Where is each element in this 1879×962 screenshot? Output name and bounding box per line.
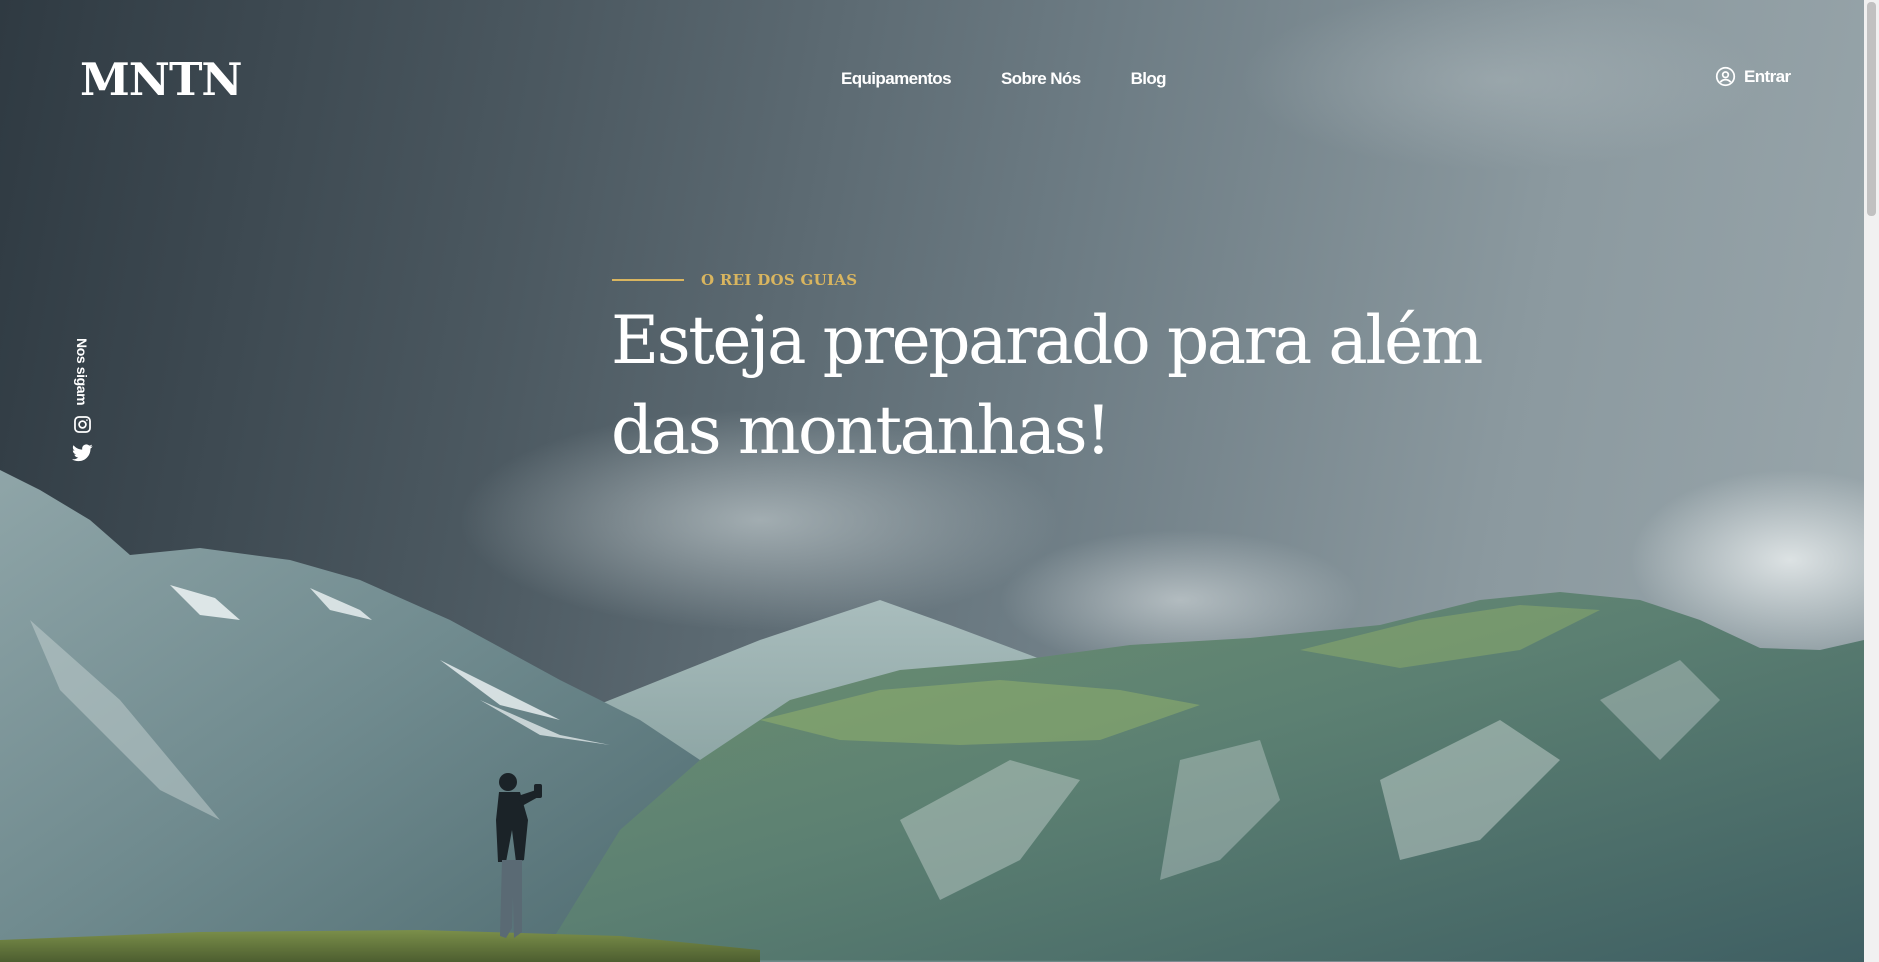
scrollbar-thumb[interactable] [1867, 2, 1876, 216]
main-nav: Equipamentos Sobre Nós Blog [841, 68, 1167, 90]
social-label: Nos sigam [74, 338, 90, 406]
nav-link-equipamentos[interactable]: Equipamentos [841, 68, 952, 90]
hero-headline: Esteja preparado para além das montanhas… [611, 296, 1511, 476]
twitter-icon[interactable] [71, 444, 93, 462]
login-label: Entrar [1744, 66, 1791, 86]
nav-link-sobre-nos[interactable]: Sobre Nós [1001, 68, 1081, 90]
social-sidebar: Nos sigam [68, 338, 96, 472]
login-button[interactable]: Entrar [1715, 66, 1791, 87]
logo[interactable]: MNTN [80, 52, 243, 108]
hero-eyebrow: O REI DOS GUIAS [612, 271, 857, 289]
hero-headline-line-2: das montanhas! [611, 392, 1112, 469]
nav-link-blog[interactable]: Blog [1131, 68, 1167, 90]
hero-background-image [0, 0, 1864, 962]
landing-page: MNTN Equipamentos Sobre Nós Blog Entrar … [0, 0, 1879, 962]
instagram-icon[interactable] [73, 415, 92, 434]
scrollbar[interactable] [1864, 0, 1879, 962]
eyebrow-divider [612, 279, 684, 281]
hero-headline-line-1: Esteja preparado para além [611, 302, 1483, 379]
user-circle-icon [1715, 66, 1736, 87]
eyebrow-text: O REI DOS GUIAS [701, 271, 858, 289]
